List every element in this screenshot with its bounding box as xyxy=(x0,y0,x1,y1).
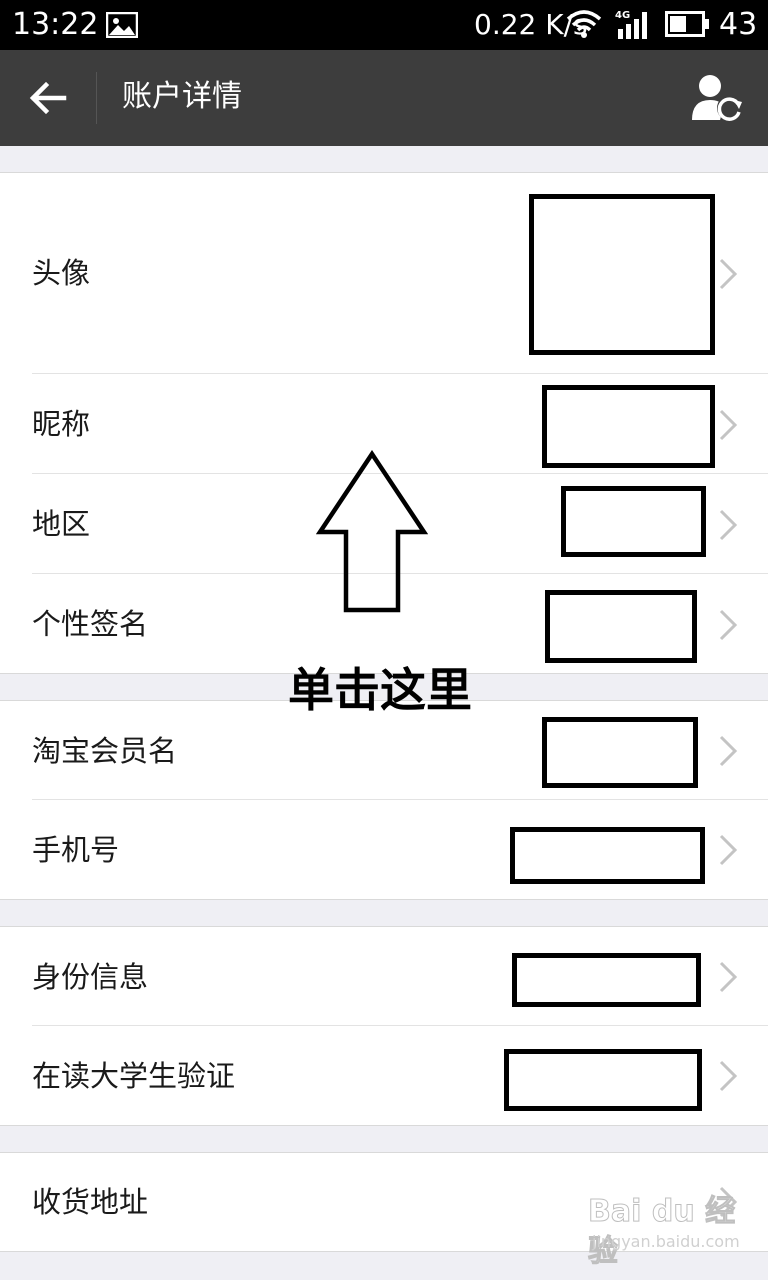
row-avatar[interactable]: 头像 xyxy=(0,173,768,374)
row-label: 淘宝会员名 xyxy=(32,734,178,768)
row-label: 手机号 xyxy=(32,833,120,867)
network-type: 4G xyxy=(615,10,630,21)
nickname-value xyxy=(542,385,715,468)
row-label: 头像 xyxy=(32,256,91,290)
chevron-right-icon xyxy=(719,1060,738,1092)
verification-group: 身份信息 在读大学生验证 xyxy=(0,926,768,1126)
student-verify-value xyxy=(504,1049,702,1111)
battery-icon xyxy=(665,11,709,37)
chevron-right-icon xyxy=(719,834,738,866)
image-notification-icon xyxy=(106,12,138,38)
callout-text: 单击这里 xyxy=(288,663,472,717)
signature-value xyxy=(545,590,697,663)
battery-level: 43 xyxy=(719,7,758,42)
region-value xyxy=(561,486,706,557)
wifi-icon xyxy=(566,10,602,38)
up-arrow-annotation-icon xyxy=(316,450,428,613)
status-bar: 13:22 0.22 K/s 4G 43 xyxy=(0,0,768,50)
chevron-right-icon xyxy=(719,961,738,993)
app-bar-divider xyxy=(96,72,97,124)
page-title: 账户详情 xyxy=(122,79,242,114)
chevron-right-icon xyxy=(719,609,738,641)
cellular-signal-icon: 4G xyxy=(615,10,647,39)
chevron-right-icon xyxy=(719,258,738,290)
taobao-name-value xyxy=(542,717,698,788)
avatar-image xyxy=(529,194,715,355)
row-label: 在读大学生验证 xyxy=(32,1059,236,1093)
row-label: 身份信息 xyxy=(32,960,149,994)
chevron-right-icon xyxy=(719,509,738,541)
chevron-right-icon xyxy=(719,409,738,441)
row-identity[interactable]: 身份信息 xyxy=(0,927,768,1026)
watermark-url: jingyan.baidu.com xyxy=(592,1232,740,1251)
app-bar: 账户详情 xyxy=(0,50,768,146)
row-label: 个性签名 xyxy=(32,607,149,641)
status-time: 13:22 xyxy=(12,7,99,42)
back-arrow-icon[interactable] xyxy=(28,78,68,118)
baidu-watermark: Bai du 经验 jingyan.baidu.com xyxy=(588,1192,740,1270)
row-label: 收货地址 xyxy=(32,1185,149,1219)
row-label: 昵称 xyxy=(32,407,91,441)
chevron-right-icon xyxy=(719,735,738,767)
account-group: 淘宝会员名 手机号 xyxy=(0,700,768,900)
row-student-verify[interactable]: 在读大学生验证 xyxy=(0,1026,768,1125)
row-phone[interactable]: 手机号 xyxy=(0,800,768,899)
switch-account-icon[interactable] xyxy=(690,72,746,124)
identity-value xyxy=(512,953,701,1007)
phone-value xyxy=(510,827,705,884)
row-label: 地区 xyxy=(32,507,91,541)
